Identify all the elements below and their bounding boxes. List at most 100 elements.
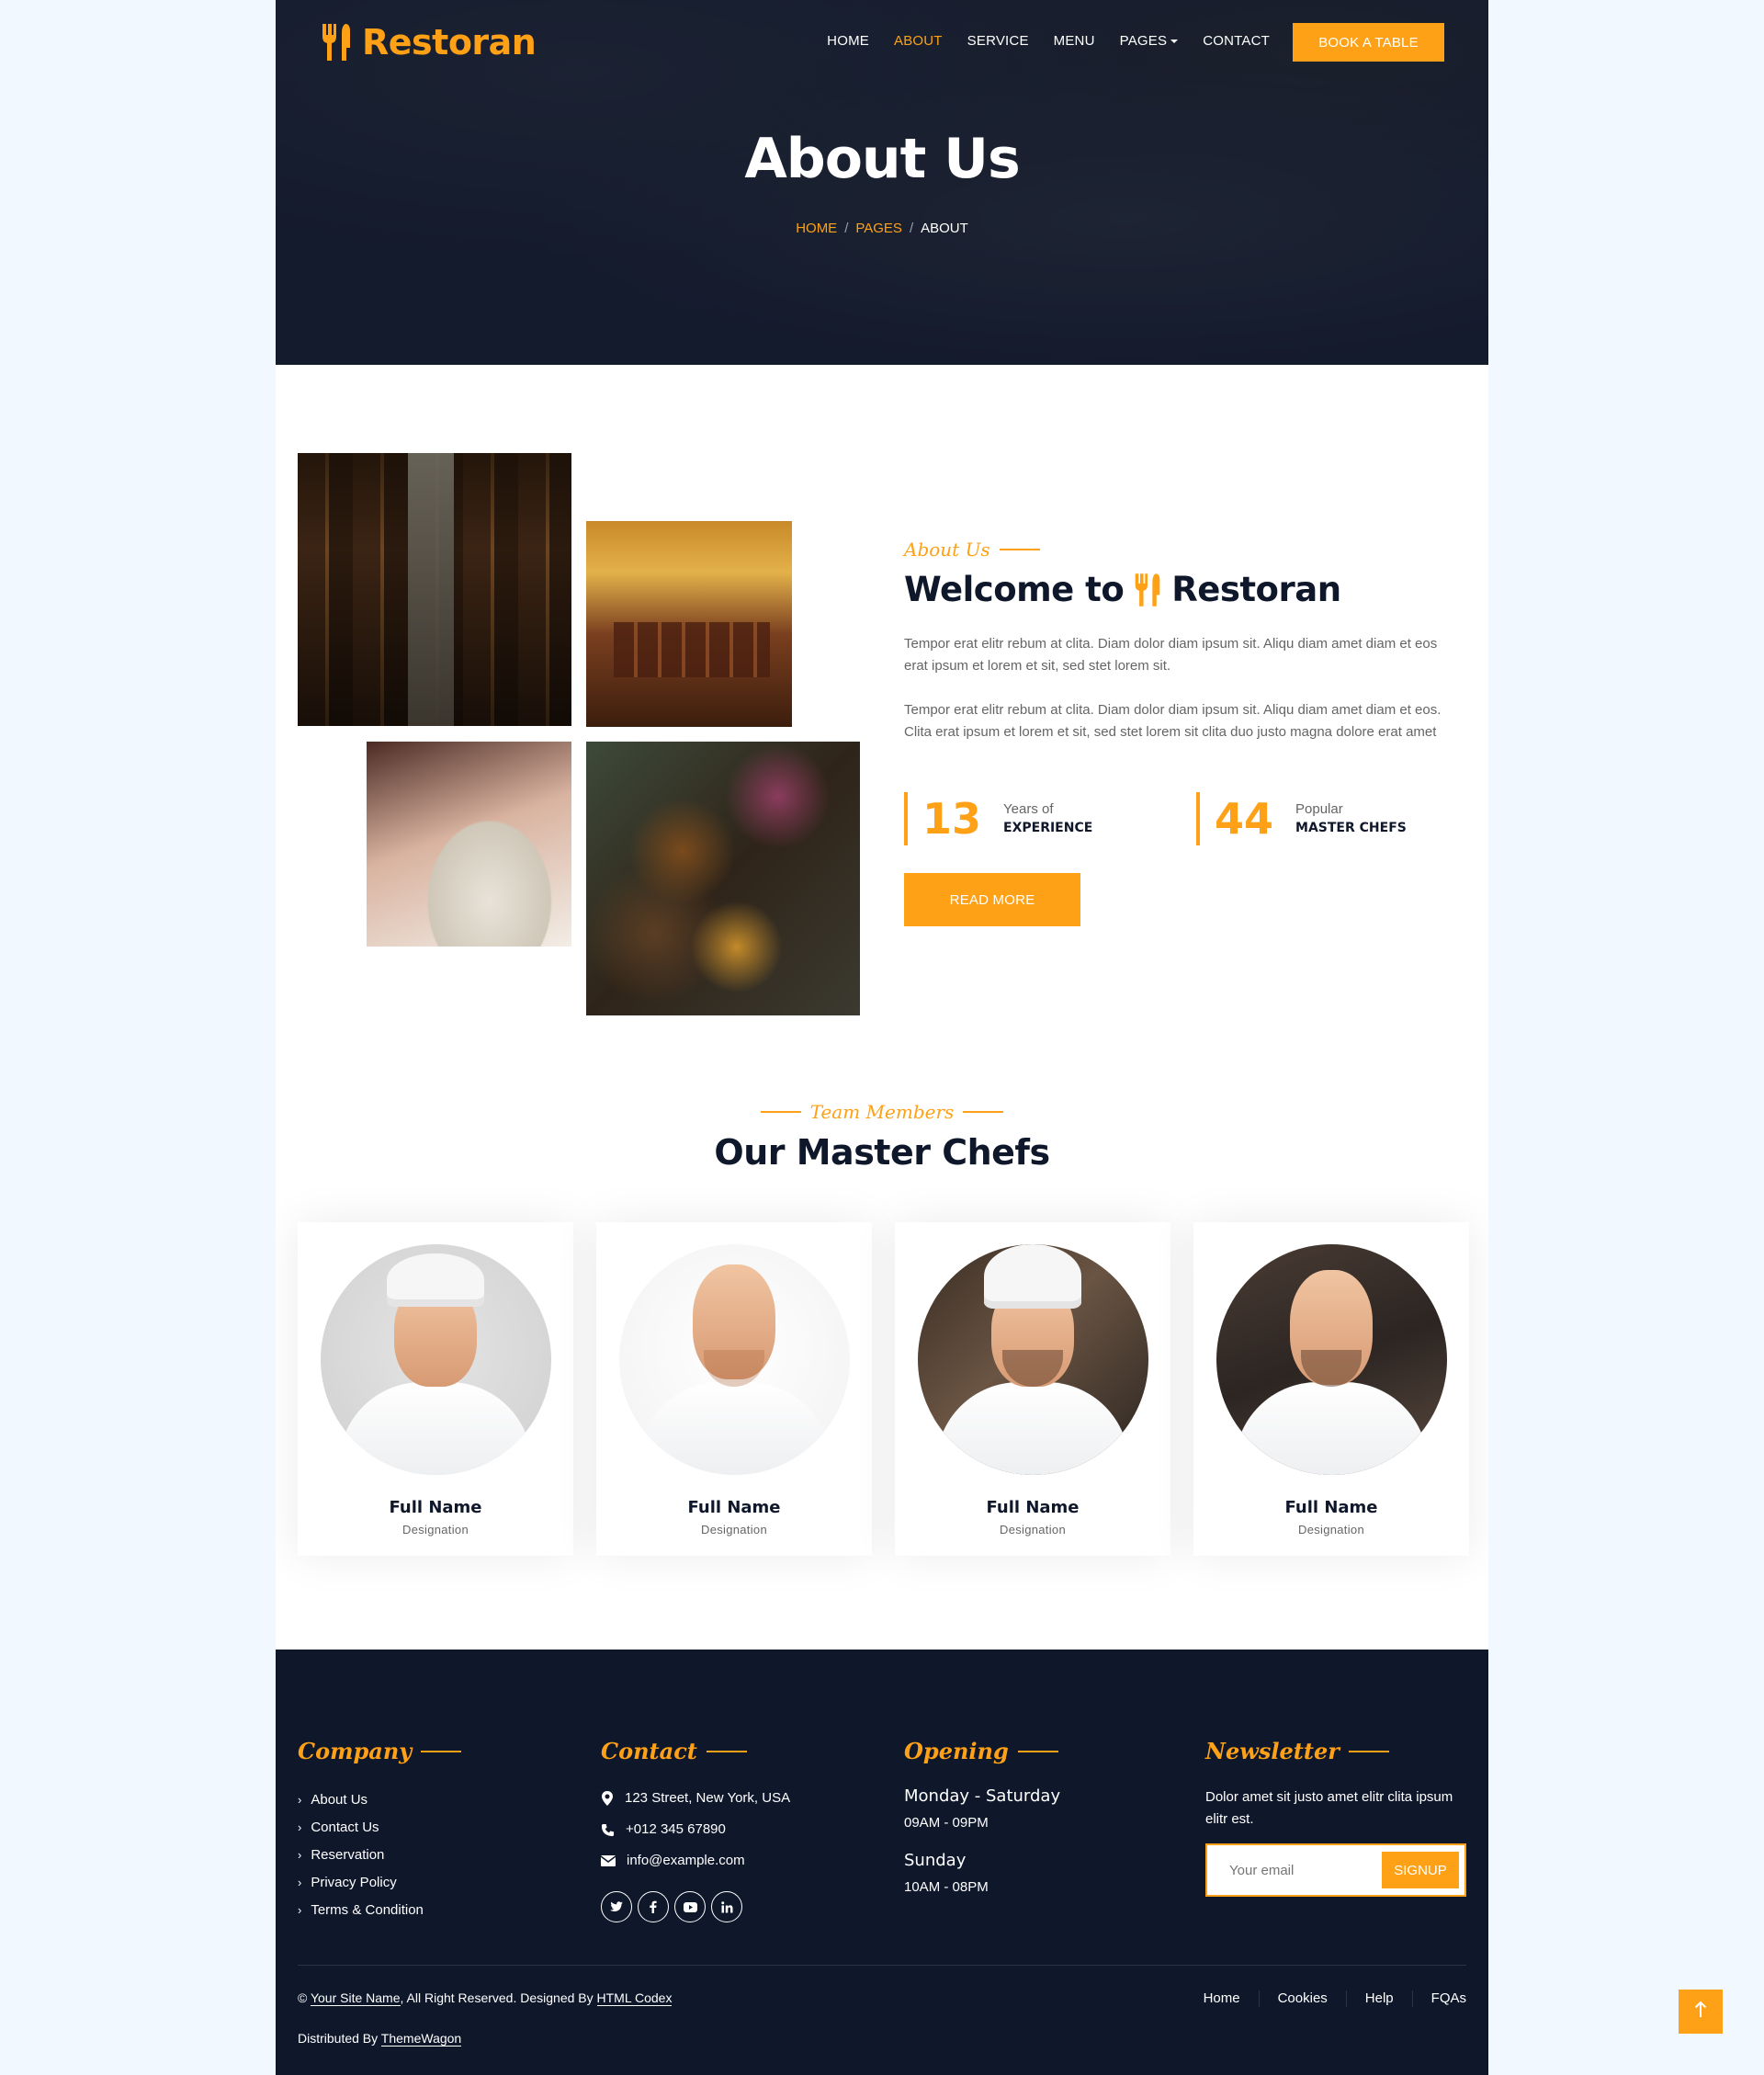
footer-heading: Contact bbox=[601, 1738, 790, 1764]
distributor-link[interactable]: ThemeWagon bbox=[380, 2031, 462, 2047]
footer-link-label: Terms & Condition bbox=[311, 1902, 424, 1918]
nav-home[interactable]: HOME bbox=[827, 33, 869, 49]
newsletter-email-input[interactable] bbox=[1209, 1847, 1374, 1893]
restaurant-interior-image bbox=[298, 453, 571, 726]
opening-sunday: Sunday bbox=[904, 1851, 967, 1870]
footer-link[interactable]: › Terms & Condition bbox=[298, 1897, 461, 1924]
chef-card[interactable]: Full Name Designation bbox=[1193, 1222, 1469, 1556]
about-heading-brand: Restoran bbox=[1171, 570, 1341, 609]
heading-line bbox=[1017, 1750, 1058, 1752]
brand-logo[interactable]: Restoran bbox=[320, 17, 537, 68]
nav-pages[interactable]: PAGES bbox=[1120, 33, 1179, 49]
chef-name: Full Name bbox=[986, 1498, 1080, 1517]
footer-link[interactable]: › Reservation bbox=[298, 1842, 461, 1869]
breadcrumb: HOME / PAGES / ABOUT bbox=[276, 221, 1488, 236]
contact-phone-text: +012 345 67890 bbox=[626, 1821, 726, 1837]
copyright-text: , All Right Reserved. Designed By bbox=[400, 1990, 594, 2005]
footer-link-label: Reservation bbox=[311, 1847, 385, 1863]
footer-company: Company › About Us › Contact Us › Reservati… bbox=[298, 1738, 462, 1924]
map-pin-icon bbox=[602, 1791, 613, 1806]
heading-line bbox=[706, 1750, 747, 1752]
phone-icon bbox=[601, 1823, 615, 1836]
stat-chefs: 44 Popular MASTER CHEFS bbox=[1196, 792, 1407, 845]
nav-pages-label: PAGES bbox=[1119, 33, 1168, 49]
copyright-symbol: © bbox=[298, 1990, 308, 2005]
footer-link[interactable]: › Contact Us bbox=[298, 1814, 461, 1842]
chevron-right-icon: › bbox=[298, 1820, 302, 1834]
chef-coat bbox=[638, 1382, 831, 1475]
heading-line bbox=[421, 1750, 462, 1752]
stat-number: 44 bbox=[1215, 794, 1274, 844]
tag-line bbox=[760, 1111, 801, 1113]
contact-address: 123 Street, New York, USA bbox=[601, 1783, 790, 1814]
chevron-right-icon: › bbox=[298, 1903, 302, 1917]
utensils-icon bbox=[322, 24, 350, 61]
chef-designation: Designation bbox=[701, 1523, 767, 1536]
breadcrumb-pages[interactable]: PAGES bbox=[855, 221, 902, 236]
heading-line bbox=[1348, 1750, 1389, 1752]
footer-nav-faqs[interactable]: FQAs bbox=[1413, 1990, 1466, 2007]
chef-photo bbox=[321, 1244, 551, 1475]
breadcrumb-separator: / bbox=[844, 221, 849, 236]
about-tag: About Us bbox=[904, 539, 1455, 561]
contact-list: 123 Street, New York, USA +012 345 67890… bbox=[601, 1783, 790, 1877]
chef-card[interactable]: Full Name Designation bbox=[895, 1222, 1170, 1556]
utensils-icon bbox=[1135, 573, 1160, 607]
stat-label-bottom: MASTER CHEFS bbox=[1295, 821, 1407, 835]
chef-designation: Designation bbox=[1298, 1523, 1364, 1536]
newsletter-text: Dolor amet sit justo amet elitr clita ip… bbox=[1205, 1789, 1453, 1827]
breadcrumb-current: ABOUT bbox=[921, 221, 968, 236]
nav-about[interactable]: ABOUT bbox=[894, 33, 943, 49]
footer-link-label: Contact Us bbox=[311, 1820, 379, 1835]
page-title: About Us bbox=[744, 127, 1020, 191]
about-heading: Welcome to Restoran bbox=[904, 570, 1455, 609]
footer-nav-cookies[interactable]: Cookies bbox=[1260, 1990, 1347, 2007]
caret-down-icon bbox=[1170, 40, 1179, 44]
book-table-button[interactable]: BOOK A TABLE bbox=[1293, 23, 1444, 62]
social-links bbox=[601, 1891, 790, 1922]
about-paragraph-1: Tempor erat elitr rebum at clita. Diam d… bbox=[904, 636, 1438, 674]
restaurant-bar-image bbox=[586, 521, 792, 727]
hero-section: Restoran HOME ABOUT SERVICE MENU PAGES C… bbox=[276, 0, 1488, 365]
chevron-right-icon: › bbox=[298, 1876, 302, 1889]
footer-heading: Company bbox=[298, 1738, 462, 1764]
signup-button[interactable]: SIGNUP bbox=[1382, 1852, 1459, 1888]
footer: Company › About Us › Contact Us › Reservati… bbox=[276, 1650, 1488, 2075]
chef-hat bbox=[984, 1244, 1081, 1309]
linkedin-icon[interactable] bbox=[711, 1891, 742, 1922]
contact-email: info@example.com bbox=[601, 1845, 790, 1877]
youtube-icon[interactable] bbox=[674, 1891, 706, 1922]
chef-designation: Designation bbox=[402, 1523, 469, 1536]
chef-photo bbox=[619, 1244, 850, 1475]
designer-link[interactable]: HTML Codex bbox=[596, 1990, 673, 2006]
team-title: Our Master Chefs bbox=[714, 1132, 1050, 1173]
read-more-button[interactable]: READ MORE bbox=[904, 873, 1080, 926]
distributed-by: Distributed By ThemeWagon bbox=[298, 2031, 462, 2047]
food-platter-image bbox=[586, 742, 860, 1015]
chef-card[interactable]: Full Name Designation bbox=[298, 1222, 573, 1556]
about-heading-text: Welcome to bbox=[904, 570, 1125, 609]
main-nav: HOME ABOUT SERVICE MENU PAGES CONTACT bbox=[827, 33, 1270, 49]
footer-nav-help[interactable]: Help bbox=[1347, 1990, 1413, 2007]
nav-contact[interactable]: CONTACT bbox=[1203, 33, 1270, 49]
breadcrumb-home[interactable]: HOME bbox=[796, 221, 837, 236]
contact-email-text: info@example.com bbox=[627, 1853, 745, 1868]
site-name-link[interactable]: Your Site Name bbox=[310, 1990, 401, 2006]
chef-card[interactable]: Full Name Designation bbox=[596, 1222, 872, 1556]
nav-service[interactable]: SERVICE bbox=[967, 33, 1029, 49]
nav-menu[interactable]: MENU bbox=[1054, 33, 1095, 49]
footer-heading-label: Company bbox=[298, 1738, 413, 1764]
footer-nav: Home Cookies Help FQAs bbox=[1185, 1990, 1466, 2007]
footer-link[interactable]: › Privacy Policy bbox=[298, 1869, 461, 1897]
chef-beard bbox=[704, 1350, 764, 1387]
tag-line bbox=[999, 549, 1040, 550]
footer-nav-home[interactable]: Home bbox=[1185, 1990, 1260, 2007]
chevron-right-icon: › bbox=[298, 1793, 302, 1807]
chef-name: Full Name bbox=[687, 1498, 781, 1517]
footer-link[interactable]: › About Us bbox=[298, 1786, 461, 1814]
twitter-icon[interactable] bbox=[601, 1891, 632, 1922]
back-to-top-button[interactable] bbox=[1679, 1990, 1723, 2034]
team-header: Team Members Our Master Chefs bbox=[276, 1101, 1488, 1173]
about-tag-label: About Us bbox=[904, 539, 990, 561]
facebook-icon[interactable] bbox=[638, 1891, 669, 1922]
